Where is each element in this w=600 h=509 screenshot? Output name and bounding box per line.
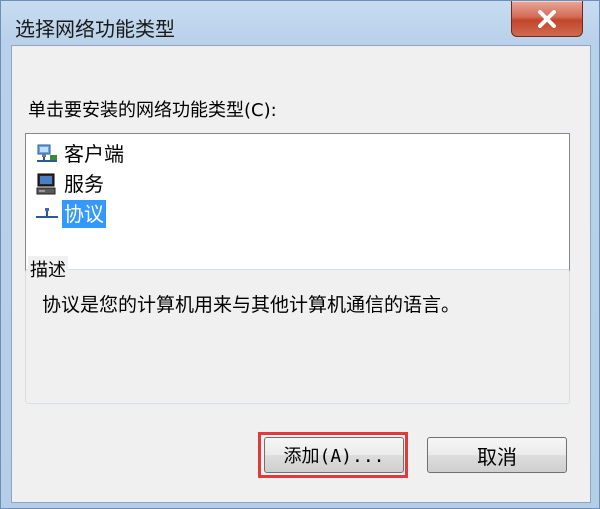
list-item-label: 客户端	[64, 142, 124, 166]
cancel-button[interactable]: 取消	[427, 437, 567, 473]
close-button[interactable]	[511, 1, 583, 37]
description-text: 协议是您的计算机用来与其他计算机通信的语言。	[42, 294, 461, 316]
list-item-label: 服务	[64, 172, 104, 196]
dialog-window: 选择网络功能类型 单击要安装的网络功能类型(C): 客户端 服务 协议 描述 协…	[0, 0, 600, 509]
list-item-label: 协议	[62, 200, 106, 228]
close-icon	[538, 9, 556, 28]
add-button[interactable]: 添加(A)...	[264, 437, 404, 473]
protocol-network-icon	[34, 201, 60, 227]
list-item-service[interactable]: 服务	[34, 170, 106, 198]
client-network-icon	[34, 141, 60, 167]
feature-type-list[interactable]: 客户端 服务 协议	[25, 133, 570, 289]
service-computer-icon	[34, 171, 60, 197]
window-title: 选择网络功能类型	[15, 17, 175, 41]
description-groupbox	[25, 269, 570, 404]
list-item-client[interactable]: 客户端	[34, 140, 126, 168]
title-bar[interactable]: 选择网络功能类型	[1, 1, 599, 45]
prompt-label: 单击要安装的网络功能类型(C):	[28, 100, 277, 121]
description-legend: 描述	[28, 256, 68, 282]
dialog-body: 单击要安装的网络功能类型(C): 客户端 服务 协议 描述 协议是您的计算机用来…	[11, 45, 591, 503]
list-item-protocol[interactable]: 协议	[34, 200, 106, 228]
